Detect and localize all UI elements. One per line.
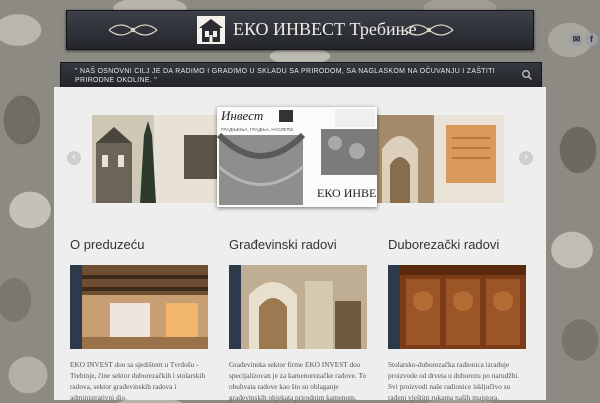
site-header: ЕКО ИНВЕСТ Требиње ✉ f bbox=[66, 10, 598, 50]
thumbnail-tab bbox=[229, 265, 241, 349]
thumbnail-tab bbox=[388, 265, 400, 349]
mail-icon[interactable]: ✉ bbox=[570, 33, 583, 46]
tagline-bar: " NAŠ OSNOVNI CILJ JE DA RADIMO I GRADIM… bbox=[60, 62, 542, 88]
slide-church[interactable] bbox=[92, 115, 222, 203]
tagline-text: " NAŠ OSNOVNI CILJ JE DA RADIMO I GRADIM… bbox=[75, 68, 495, 84]
column-about: O preduzeću EKO INVEST doo sa sjedištem … bbox=[70, 237, 208, 402]
thumbnail-carving[interactable] bbox=[388, 265, 526, 349]
column-construction: Građevinski radovi Građevinska sektor fi… bbox=[229, 237, 367, 402]
slide-brand-bottom: ЕКО ИНВЕ bbox=[317, 186, 376, 200]
ornament-right-icon bbox=[404, 24, 454, 36]
slide-brand-top: Инвест bbox=[220, 108, 263, 123]
image-slider[interactable]: ‹ Инвест ГРАДЊЕЊА, ГРАДЊА, НАСЛЕЂЕ ЕКО И… bbox=[54, 107, 546, 217]
slide-arches[interactable] bbox=[376, 115, 504, 203]
facebook-icon[interactable]: f bbox=[585, 33, 598, 46]
column-title[interactable]: O preduzeću bbox=[70, 237, 208, 252]
ornament-left-icon bbox=[108, 24, 158, 36]
thumbnail-stone-hall[interactable] bbox=[229, 265, 367, 349]
slide-subtitle: ГРАДЊЕЊА, ГРАДЊА, НАСЛЕЂЕ bbox=[221, 127, 293, 132]
thumbnail-interior[interactable] bbox=[70, 265, 208, 349]
search-icon[interactable] bbox=[521, 69, 533, 81]
thumbnail-tab bbox=[70, 265, 82, 349]
column-title[interactable]: Građevinski radovi bbox=[229, 237, 367, 252]
column-woodcarving: Duborezački radovi Stolarsko-duborezačka… bbox=[388, 237, 526, 402]
logo-icon[interactable] bbox=[195, 14, 227, 46]
site-title[interactable]: ЕКО ИНВЕСТ Требиње bbox=[233, 19, 417, 40]
column-text: EKO INVEST doo sa sjedištem u Tvrdošu -T… bbox=[70, 360, 206, 402]
column-text: Stolarsko-duborezačka radionica izrađuje… bbox=[388, 360, 520, 402]
main-content: ‹ Инвест ГРАДЊЕЊА, ГРАДЊА, НАСЛЕЂЕ ЕКО И… bbox=[54, 87, 546, 402]
slide-eko-invest[interactable]: Инвест ГРАДЊЕЊА, ГРАДЊА, НАСЛЕЂЕ ЕКО ИНВ… bbox=[217, 107, 377, 207]
slider-prev-button[interactable]: ‹ bbox=[67, 151, 81, 165]
column-text: Građevinska sektor firme EKO INVEST doo … bbox=[229, 360, 367, 402]
column-title[interactable]: Duborezački radovi bbox=[388, 237, 526, 252]
slider-next-button[interactable]: › bbox=[519, 151, 533, 165]
